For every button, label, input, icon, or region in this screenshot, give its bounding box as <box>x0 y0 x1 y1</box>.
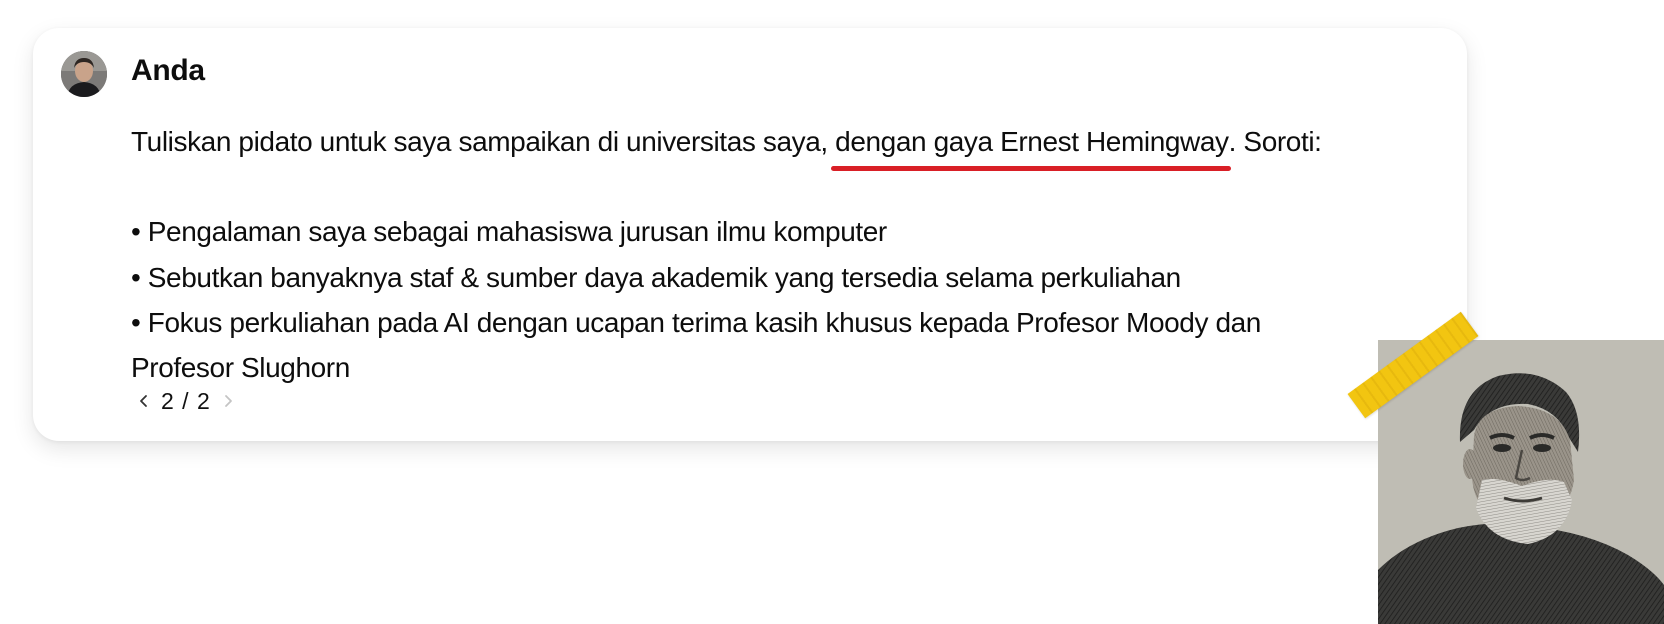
user-avatar[interactable] <box>61 51 107 97</box>
message-text-start: Tuliskan pidato untuk saya sampaikan di … <box>131 126 828 157</box>
bearded-man-portrait <box>1378 340 1664 624</box>
bullet-item: • Pengalaman saya sebagai mahasiswa juru… <box>131 216 887 247</box>
highlighted-phrase: dengan gaya Ernest Hemingway <box>831 126 1231 171</box>
response-pager: 2 / 2 <box>133 386 239 416</box>
bullet-item: • Fokus perkuliahan pada AI dengan ucapa… <box>131 307 1261 338</box>
message-text-end: . Soroti: <box>1228 126 1322 157</box>
avatar-icon <box>61 51 107 97</box>
pager-label: 2 / 2 <box>161 387 211 414</box>
message-line: Tuliskan pidato untuk saya sampaikan di … <box>131 126 1322 171</box>
chevron-left-icon[interactable] <box>133 386 155 416</box>
highlighted-phrase-text: dengan gaya Ernest Hemingway <box>835 126 1229 157</box>
chevron-right-icon[interactable] <box>217 386 239 416</box>
red-underline <box>831 166 1231 171</box>
chat-message-card: Anda Tuliskan pidato untuk saya sampaika… <box>33 28 1467 441</box>
message-author: Anda <box>131 54 205 87</box>
bullet-continuation: Profesor Slughorn <box>131 352 350 383</box>
bullet-item: • Sebutkan banyaknya staf & sumber daya … <box>131 262 1181 293</box>
